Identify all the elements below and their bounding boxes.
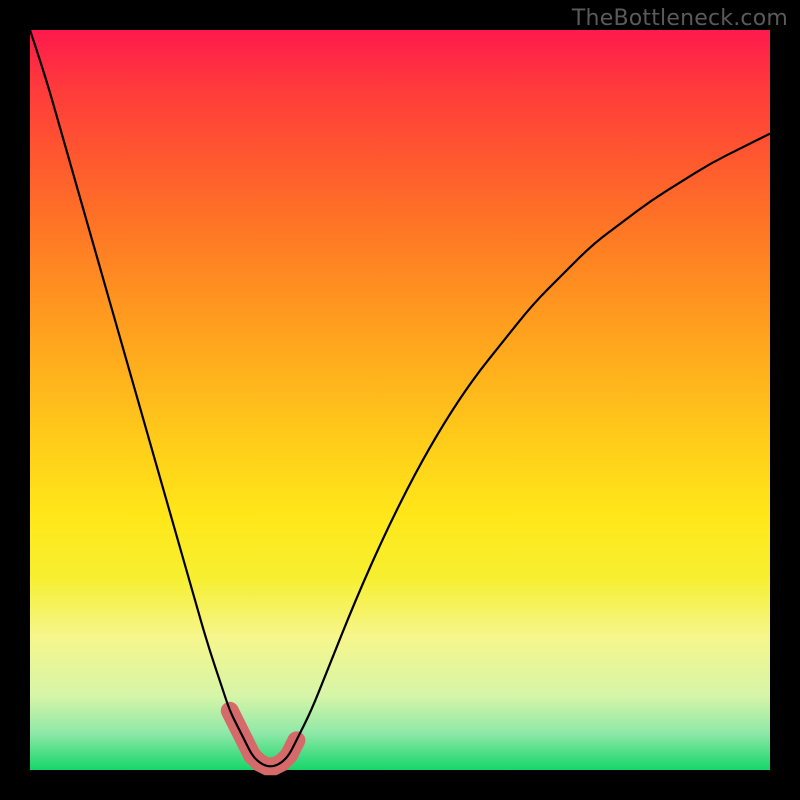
bottleneck-curve [30,30,770,766]
watermark-text: TheBottleneck.com [572,6,788,31]
chart-frame: TheBottleneck.com [0,0,800,800]
plot-area [30,30,770,770]
chart-svg [30,30,770,770]
